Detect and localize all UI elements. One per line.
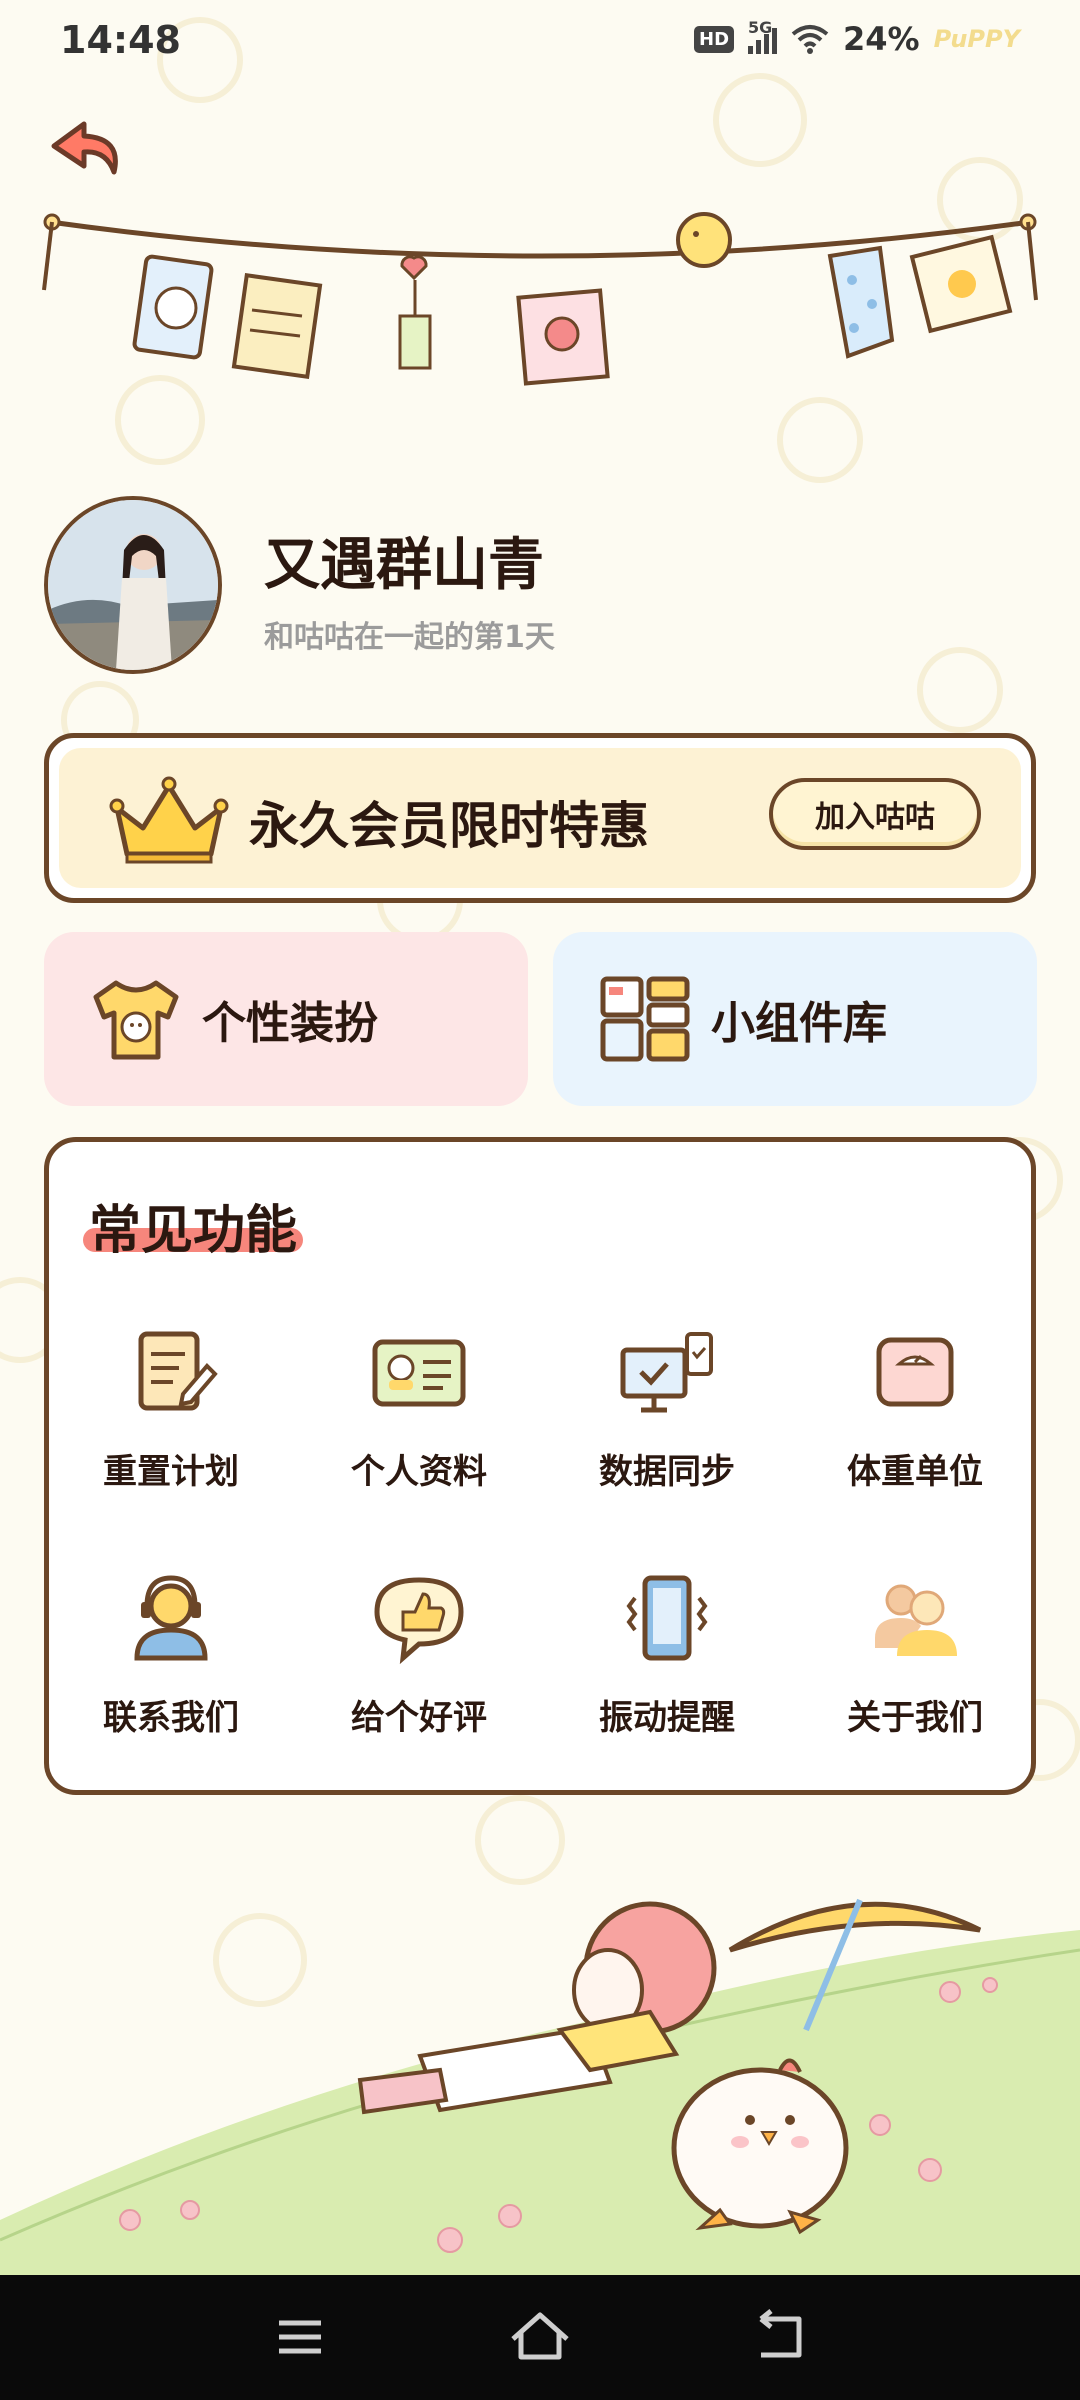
hd-badge: HD xyxy=(694,25,735,53)
scale-icon xyxy=(876,1337,954,1407)
clothesline-illustration xyxy=(42,212,1038,386)
contact-us-button[interactable]: 联系我们 xyxy=(71,1568,271,1768)
thumbs-up-icon xyxy=(374,1577,464,1665)
rate-us-label: 给个好评 xyxy=(351,1698,487,1738)
join-membership-button[interactable]: 加入咕咕 xyxy=(769,778,981,850)
username[interactable]: 又遇群山青 xyxy=(264,520,544,601)
widget-library-label: 小组件库 xyxy=(711,998,887,1049)
headset-support-icon xyxy=(134,1575,208,1661)
wifi-icon xyxy=(791,25,829,54)
membership-title: 永久会员限时特惠 xyxy=(249,797,649,855)
phone-vibrate-icon xyxy=(626,1575,708,1661)
personal-dressup-label: 个性装扮 xyxy=(202,998,378,1049)
back-nav-icon[interactable] xyxy=(745,2305,815,2369)
vibration-reminder-button[interactable]: 振动提醒 xyxy=(567,1568,767,1768)
data-sync-button[interactable]: 数据同步 xyxy=(567,1322,767,1522)
id-card-icon xyxy=(372,1339,466,1407)
network-type: 5G xyxy=(748,18,773,37)
menu-icon[interactable] xyxy=(265,2305,335,2369)
status-bar: 14:48 HD 5G 24% PuPPY xyxy=(0,0,1080,80)
status-time: 14:48 xyxy=(60,18,181,62)
undo-arrow-icon[interactable] xyxy=(44,104,134,194)
widgets-icon xyxy=(600,976,690,1062)
panel-title: 常见功能 xyxy=(89,1201,298,1261)
crown-icon xyxy=(109,776,229,864)
signal-icon: 5G xyxy=(748,18,778,54)
common-functions-panel: 常见功能 重置计划 个人资料 数据同步 体重单位 联系我们 给个好评 振动提醒 … xyxy=(44,1137,1036,1795)
reset-plan-label: 重置计划 xyxy=(103,1452,239,1492)
battery-percent: 24% xyxy=(843,20,920,58)
tshirt-icon xyxy=(93,980,179,1060)
avatar[interactable] xyxy=(44,496,222,674)
personal-info-label: 个人资料 xyxy=(351,1452,487,1492)
vibration-reminder-label: 振动提醒 xyxy=(599,1698,735,1738)
rate-us-button[interactable]: 给个好评 xyxy=(319,1568,519,1768)
weight-unit-button[interactable]: 体重单位 xyxy=(815,1322,1015,1522)
contact-us-label: 联系我们 xyxy=(103,1698,239,1738)
status-icons: HD 5G 24% PuPPY xyxy=(694,18,1020,58)
home-icon[interactable] xyxy=(505,2305,575,2369)
about-us-label: 关于我们 xyxy=(847,1698,983,1738)
personal-dressup-card[interactable]: 个性装扮 xyxy=(44,932,528,1106)
personal-info-button[interactable]: 个人资料 xyxy=(319,1322,519,1522)
reset-plan-button[interactable]: 重置计划 xyxy=(71,1322,271,1522)
membership-banner-inner: 永久会员限时特惠 加入咕咕 xyxy=(59,748,1021,888)
widget-library-card[interactable]: 小组件库 xyxy=(553,932,1037,1106)
document-pen-icon xyxy=(138,1331,218,1411)
data-sync-label: 数据同步 xyxy=(599,1452,735,1492)
membership-banner[interactable]: 永久会员限时特惠 加入咕咕 xyxy=(44,733,1036,903)
days-together-text: 和咕咕在一起的第1天 xyxy=(264,620,555,655)
carrier-mark: PuPPY xyxy=(933,25,1020,53)
people-icon xyxy=(875,1584,957,1656)
panel-title-wrap: 常见功能 xyxy=(83,1188,304,1263)
computer-sync-icon xyxy=(620,1332,713,1413)
about-us-button[interactable]: 关于我们 xyxy=(815,1568,1015,1768)
weight-unit-label: 体重单位 xyxy=(847,1452,983,1492)
hillside-illustration xyxy=(0,1898,1080,2275)
system-navigation-bar xyxy=(0,2275,1080,2400)
